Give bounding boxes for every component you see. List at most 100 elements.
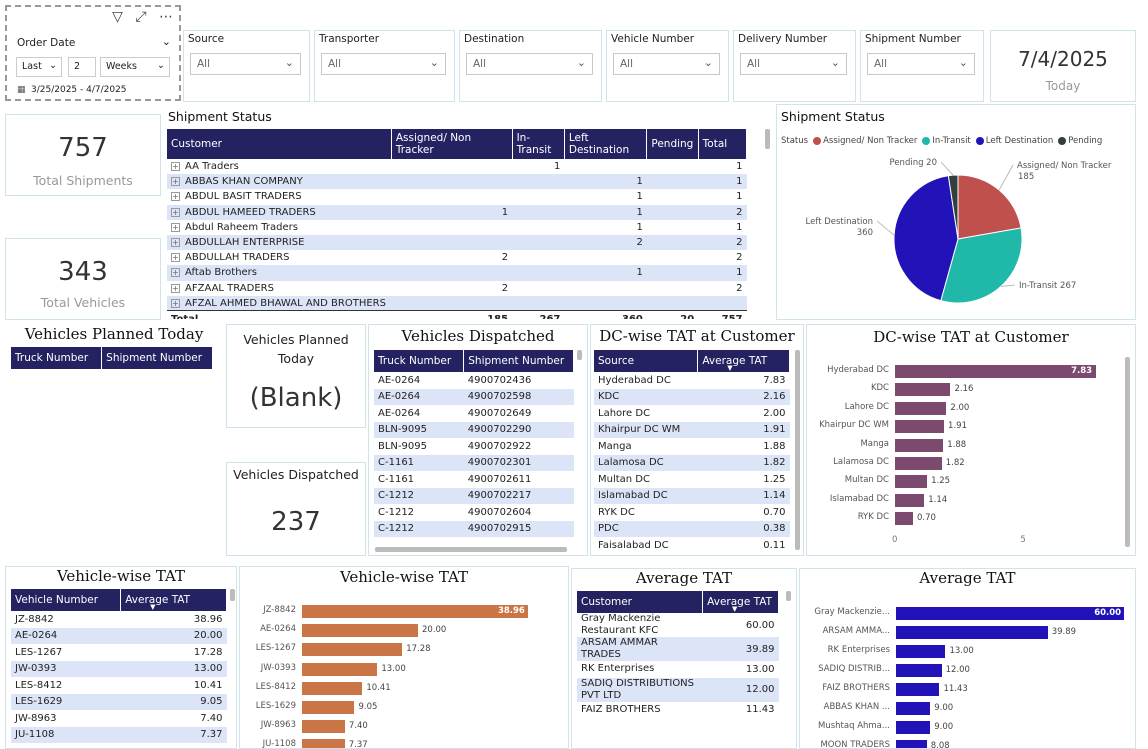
table-row[interactable]: PDC 0.38 [594,520,790,537]
column-header[interactable]: Truck Number [11,347,103,369]
legend-entry[interactable]: Left Destination [986,136,1053,146]
table-row[interactable]: + Aftab Brothers 1 1 [167,265,747,281]
focus-mode-icon[interactable]: ⤢ [135,9,146,25]
table-row[interactable]: KDC 2.16 [594,388,790,405]
expand-icon[interactable]: + [171,283,180,293]
bar[interactable] [302,662,378,676]
table-row[interactable]: C-1212 4900702217 [374,487,574,504]
table-row[interactable]: + ABDULLAH ENTERPRISE 2 2 [167,234,747,251]
table-row[interactable]: C-1161 4900702301 [374,454,574,471]
bar[interactable] [302,701,355,714]
order-date-slicer[interactable]: ▽ ⤢ ⋯ Order Date ⌄ Last ⌄ 2 Weeks ⌄ ▦ 3/25… [5,5,181,101]
table-row[interactable]: + ABDULLAH TRADERS 2 2 [167,250,747,265]
bar[interactable] [302,720,345,734]
slicer-dropdown[interactable]: All ⌄ [321,53,446,75]
bar[interactable] [302,739,345,748]
bar[interactable] [896,702,931,715]
table-row[interactable]: LES-8412 10.41 [11,677,227,694]
column-header[interactable]: Customer [167,129,392,159]
bar[interactable] [895,493,925,507]
slicer-dropdown[interactable]: All ⌄ [190,53,301,75]
legend-entry[interactable]: Pending [1068,136,1102,146]
bar[interactable] [302,643,403,657]
column-header[interactable]: Average TAT ▼ [697,350,790,372]
scrollbar[interactable] [577,350,582,360]
table-row[interactable]: + ABDUL BASIT TRADERS 1 1 [167,189,747,204]
dc-tat-table[interactable]: Source Average TAT ▼ Hyderabad DC 7.83 KDC 2.1… [594,350,790,554]
table-row[interactable]: + AA Traders 1 1 [167,159,747,174]
table-row[interactable]: Islamabad DC 1.14 [594,487,790,504]
planned-today-table[interactable]: Truck Number Shipment Number [11,347,213,369]
bar[interactable] [895,438,944,452]
slicer-dropdown[interactable]: All ⌄ [867,53,975,75]
table-row[interactable]: LES-1267 17.28 [11,644,227,661]
bar[interactable] [302,624,418,638]
table-row[interactable]: AE-0264 4900702649 [374,405,574,422]
table-row[interactable]: RYK DC 0.70 [594,504,790,521]
bar[interactable] [895,420,945,434]
avg-tat-table[interactable]: Customer Average TAT ▼ Gray Mackenzie Resta… [577,591,779,718]
table-row[interactable]: RK Enterprises 13.00 [577,661,779,678]
expand-icon[interactable]: + [171,177,180,187]
expand-icon[interactable]: + [171,162,180,172]
filter-icon[interactable]: ▽ [112,9,123,25]
dispatched-table[interactable]: Truck Number Shipment Number AE-0264 490070… [374,350,574,537]
column-header[interactable]: Average TAT ▼ [702,591,779,613]
column-header[interactable]: Vehicle Number [11,589,122,611]
legend-entry[interactable]: Assigned/ Non Tracker [823,136,917,146]
table-row[interactable]: LES-1629 9.05 [11,693,227,710]
expand-icon[interactable]: + [171,207,180,217]
table-row[interactable]: Gray Mackenzie Restaurant KFC 60.00 [577,613,779,637]
column-header[interactable]: Assigned/ Non Tracker [391,129,513,159]
table-row[interactable]: BLN-9095 4900702290 [374,421,574,438]
table-row[interactable]: + AFZAL AHMED BHAWAL AND BROTHERS [167,295,747,311]
slicer-dropdown[interactable]: All ⌄ [613,53,720,75]
table-row[interactable]: Faisalabad DC 0.11 [594,537,790,554]
scrollbar[interactable] [1125,357,1130,547]
column-header[interactable]: Truck Number [374,350,465,372]
table-row[interactable]: JW-0393 13.00 [11,660,227,677]
expand-icon[interactable]: + [171,238,180,248]
expand-icon[interactable]: + [171,253,180,263]
bar[interactable] [895,383,951,397]
table-row[interactable]: + Abdul Raheem Traders 1 1 [167,220,747,235]
table-row[interactable]: JW-8963 7.40 [11,710,227,727]
expand-icon[interactable]: + [171,222,180,232]
slicer-dropdown[interactable]: All ⌄ [466,53,593,75]
table-row[interactable]: SADIQ DISTRIBUTIONS PVT LTD 12.00 [577,677,779,702]
bar[interactable] [895,457,942,470]
bar[interactable] [896,740,927,748]
table-row[interactable]: + ABBAS KHAN COMPANY 1 1 [167,174,747,190]
scrollbar[interactable] [786,591,791,601]
table-row[interactable]: C-1212 4900702915 [374,520,574,537]
scrollbar[interactable] [230,589,235,601]
table-row[interactable]: AE-0264 20.00 [11,627,227,644]
bar[interactable] [896,683,940,696]
expand-icon[interactable]: + [171,192,180,202]
column-header[interactable]: Average TAT ▼ [120,589,227,611]
table-row[interactable]: JZ-8842 38.96 [11,611,227,628]
scrollbar[interactable] [765,129,770,149]
table-row[interactable]: JU-1108 7.37 [11,726,227,743]
legend-entry[interactable]: In-Transit [932,136,970,146]
scrollbar[interactable] [795,350,800,550]
horizontal-scrollbar[interactable] [375,547,567,552]
expand-icon[interactable]: + [171,298,180,308]
unit-select[interactable]: Weeks ⌄ [100,57,170,77]
bar[interactable] [896,664,942,677]
table-row[interactable]: Hyderabad DC 7.83 [594,372,790,389]
table-row[interactable]: BLN-9095 4900702922 [374,438,574,455]
column-header[interactable]: In-Transit [512,129,565,159]
table-row[interactable]: Lalamosa DC 1.82 [594,454,790,471]
shipment-status-table[interactable]: Customer Assigned/ Non Tracker In-Transit L… [167,129,748,319]
table-row[interactable]: Lahore DC 2.00 [594,405,790,422]
bar[interactable] [896,626,1048,639]
table-row[interactable]: FAIZ BROTHERS 11.43 [577,702,779,719]
table-row[interactable]: C-1161 4900702611 [374,471,574,488]
bar[interactable] [302,605,528,618]
table-row[interactable]: + ABDUL HAMEED TRADERS 1 1 2 [167,204,747,220]
bar[interactable] [895,401,947,415]
column-header[interactable]: Source [594,350,699,372]
table-row[interactable]: Multan DC 1.25 [594,471,790,488]
bar[interactable] [896,607,1125,620]
